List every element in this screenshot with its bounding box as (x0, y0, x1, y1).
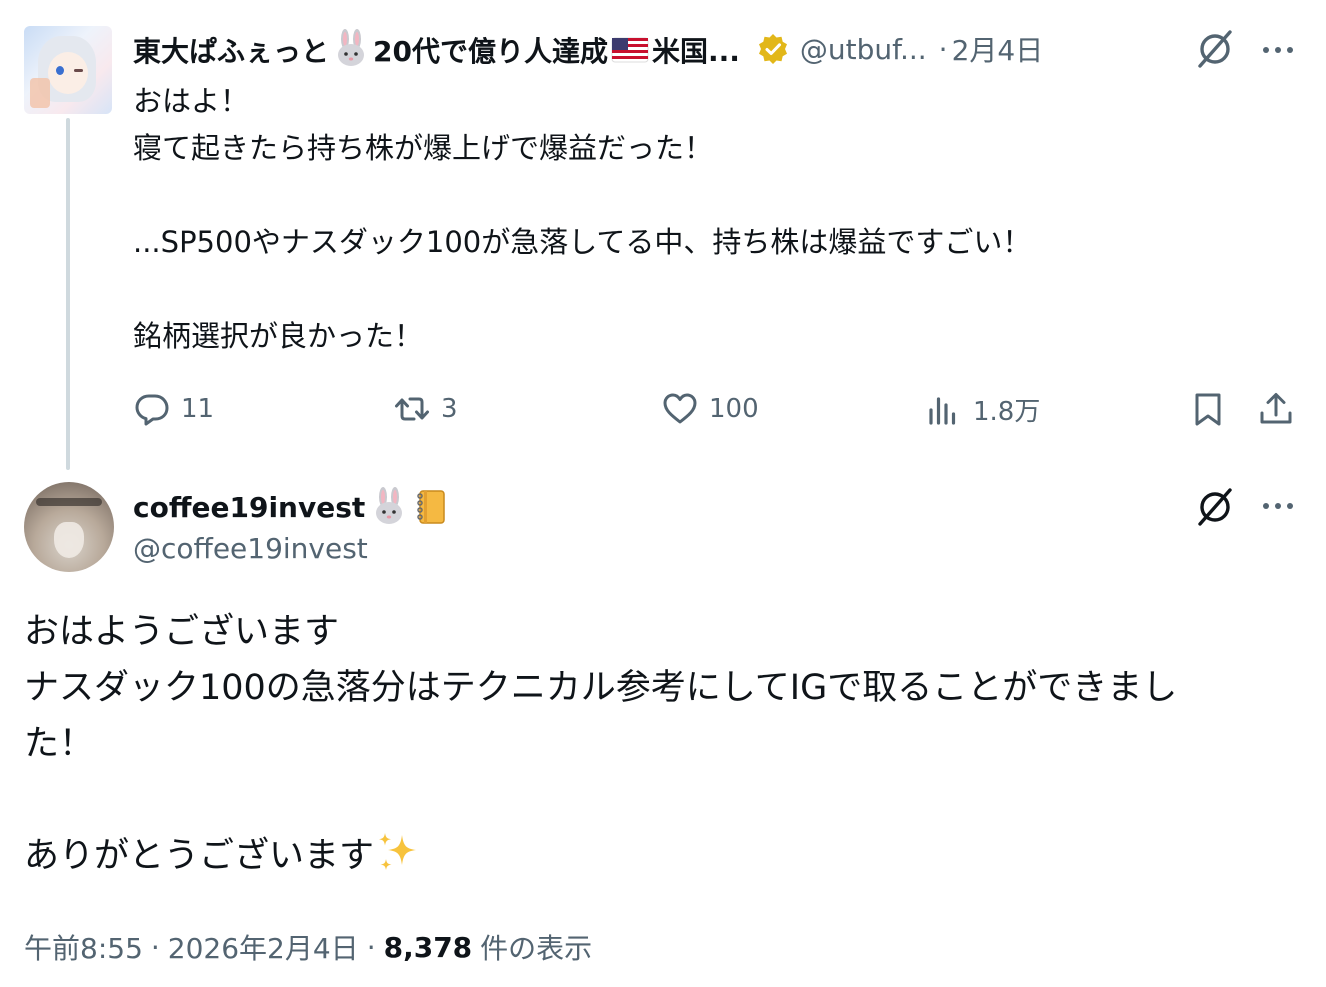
grok-icon[interactable] (1192, 484, 1238, 530)
share-icon (1260, 393, 1292, 424)
notebook-emoji-icon (417, 490, 446, 524)
like-count: 100 (709, 394, 759, 424)
parent-date[interactable]: 2月4日 (952, 29, 1044, 69)
reply-author-row: coffee19invest (133, 486, 451, 528)
thread-connector-line (66, 118, 70, 470)
parent-display-name[interactable]: 東大ぱふぇっと 20代で億り人達成 米国... (133, 28, 740, 70)
views-total: 8,378 (383, 930, 473, 964)
parent-handle[interactable]: @utbuf... (800, 33, 927, 66)
post-date[interactable]: 2026年2月4日 (168, 927, 359, 967)
like-icon (663, 393, 697, 424)
views-button[interactable]: 1.8万 (925, 386, 1040, 432)
reply-handle[interactable]: @coffee19invest (133, 532, 368, 565)
parent-author-row: 東大ぱふぇっと 20代で億り人達成 米国... @utbuf... · 2月4日 (133, 28, 1043, 70)
reply-meta-row: 午前8:55 · 2026年2月4日 · 8,378 件の表示 (24, 924, 592, 970)
repost-button[interactable]: 3 (393, 386, 458, 432)
post-action-bar: 11 3 100 1.8万 (133, 386, 1303, 432)
separator-dot: · (938, 32, 948, 66)
gold-verified-icon (758, 34, 787, 64)
bookmark-icon (1195, 393, 1221, 426)
rabbit-emoji-icon (376, 487, 403, 524)
reply-icon (135, 394, 169, 426)
more-icon[interactable] (1258, 30, 1298, 70)
share-button[interactable] (1257, 386, 1295, 432)
reply-button[interactable]: 11 (133, 386, 214, 432)
reply-avatar[interactable] (24, 482, 114, 572)
us-flag-emoji-icon (611, 37, 649, 62)
views-count: 1.8万 (973, 396, 1041, 427)
reply-count: 11 (181, 394, 215, 424)
views-label: 件の表示 (480, 932, 593, 965)
reply-display-name[interactable]: coffee19invest (133, 491, 365, 524)
parent-avatar[interactable] (24, 26, 112, 114)
repost-count: 3 (441, 394, 458, 424)
separator-dot: · (150, 930, 160, 964)
like-button[interactable]: 100 (661, 386, 759, 432)
more-icon[interactable] (1258, 486, 1298, 526)
grok-icon[interactable] (1192, 26, 1238, 72)
bookmark-button[interactable] (1189, 386, 1227, 432)
post-time[interactable]: 午前8:55 (24, 927, 143, 967)
separator-dot: · (366, 930, 376, 964)
repost-icon (395, 397, 429, 421)
reply-post-text: おはようございます ナスダック100の急落分はテクニカル参考にしてIGで取ること… (24, 604, 1304, 884)
views-icon (929, 397, 956, 425)
reply-post-body: おはようございます ナスダック100の急落分はテクニカル参考にしてIGで取ること… (24, 612, 1178, 876)
sparkles-emoji-icon (379, 833, 417, 870)
parent-post-text: おはよ！ 寝て起きたら持ち株が爆上げで爆益だった！ ...SP500やナスダック… (133, 84, 1032, 353)
rabbit-emoji-icon (338, 28, 365, 66)
